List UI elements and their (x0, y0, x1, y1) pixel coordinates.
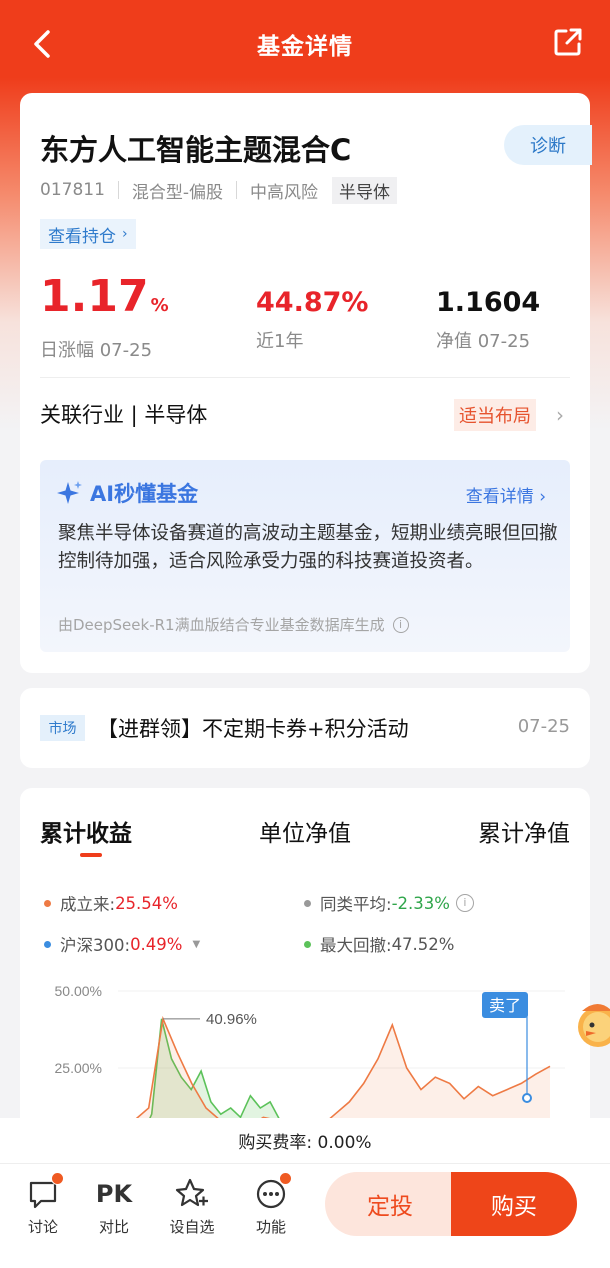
add-watchlist-button[interactable]: 设自选 (162, 1176, 222, 1237)
page-title: 基金详情 (257, 34, 353, 60)
home-indicator (0, 1246, 610, 1268)
functions-label: 功能 (255, 1218, 286, 1236)
y-tick-label: 50.00% (55, 983, 102, 999)
view-holdings-label: 查看持仓 (48, 226, 116, 247)
more-icon (253, 1172, 292, 1212)
purchase-fee: 购买费率: 0.00% (0, 1118, 610, 1164)
info-icon[interactable]: i (455, 894, 474, 912)
legend-value: -2.33% (391, 893, 450, 913)
year-return-value: 44.87% (256, 287, 369, 318)
functions-button[interactable]: 功能 (241, 1172, 301, 1237)
fund-meta: 017811 混合型-偏股 中高风险 半导体 (40, 176, 398, 204)
star-add-icon (174, 1176, 210, 1212)
ai-summary-text: 聚焦半导体设备赛道的高波动主题基金，短期业绩亮眼但回撤控制待加强，适合风险承受力… (58, 523, 558, 572)
ai-more-label: 查看详情 (465, 487, 534, 507)
daily-change-unit: % (150, 295, 169, 316)
fund-type: 混合型-偏股 (131, 182, 224, 203)
legend-dot (44, 940, 51, 948)
market-activity-date: 07-25 (517, 716, 570, 737)
chart-tabs: 累计收益 单位净值 累计净值 (40, 814, 570, 848)
legend-value: 25.54% (115, 893, 178, 913)
legend-label: 成立来: (60, 895, 116, 914)
nav-bar: 基金详情 (0, 0, 610, 88)
divider (40, 377, 570, 378)
notification-dot (279, 1172, 292, 1185)
fund-risk: 中高风险 (250, 182, 319, 203)
peak-label: 40.96% (206, 1011, 257, 1028)
sparkle-icon (57, 481, 82, 504)
legend-since-inception: 成立来: 25.54% (44, 891, 178, 915)
ai-summary-title: AI秒懂基金 (56, 478, 198, 508)
ai-source-text: 由DeepSeek-R1满血版结合专业基金数据库生成 (58, 616, 385, 634)
daily-change-stat: 1.17% 日涨幅 07-25 (40, 273, 169, 362)
ai-summary-box: AI秒懂基金 查看详情 › 聚焦半导体设备赛道的高波动主题基金，短期业绩亮眼但回… (40, 460, 570, 652)
market-activity-text[interactable]: 【进群领】不定期卡券+积分活动 (97, 713, 409, 743)
daily-change-label: 日涨幅 07-25 (40, 340, 153, 361)
ai-source: 由DeepSeek-R1满血版结合专业基金数据库生成 i (58, 614, 409, 635)
market-tag: 市场 (40, 715, 85, 741)
mascot-icon[interactable] (572, 993, 610, 1055)
sector-tag: 半导体 (332, 176, 398, 204)
chevron-right-icon: › (122, 226, 128, 242)
discuss-label: 讨论 (27, 1218, 58, 1236)
fund-name: 东方人工智能主题混合C (40, 133, 352, 167)
legend-label: 沪深300: (60, 936, 131, 955)
legend-label: 同类平均: (320, 895, 392, 914)
industry-advice-tag: 适当布局 (454, 399, 536, 431)
legend-value: 0.49% (130, 934, 183, 954)
pk-icon-text: PK (95, 1180, 133, 1208)
active-tab-indicator (80, 853, 102, 857)
nav-label: 净值 07-25 (436, 331, 531, 352)
share-icon[interactable] (552, 26, 584, 58)
ai-more-link[interactable]: 查看详情 › (466, 482, 546, 507)
add-watchlist-label: 设自选 (169, 1218, 215, 1236)
daily-change-value: 1.17 (40, 271, 149, 322)
compare-label: 对比 (98, 1218, 129, 1236)
legend-label: 最大回撤: (320, 936, 392, 955)
pk-icon: PK (96, 1176, 132, 1212)
year-return-label: 近1年 (256, 331, 304, 352)
fund-code: 017811 (40, 180, 105, 200)
info-icon[interactable]: i (392, 616, 409, 633)
legend-peer-average: 同类平均: -2.33% i (304, 891, 474, 915)
tab-cumulative-nav[interactable]: 累计净值 (478, 814, 570, 848)
diagnose-button[interactable]: 诊断 (504, 125, 592, 165)
y-tick-label: 25.00% (55, 1060, 102, 1076)
related-industry[interactable]: 关联行业 | 半导体 (40, 399, 207, 429)
legend-dot (304, 899, 311, 907)
chat-bubble-icon (25, 1172, 64, 1212)
fund-summary-card: 东方人工智能主题混合C 诊断 017811 混合型-偏股 中高风险 半导体 查看… (20, 93, 592, 673)
divider (236, 181, 238, 199)
nav-value: 1.1604 (436, 287, 541, 318)
ai-summary-title-text: AI秒懂基金 (90, 482, 199, 506)
sell-marker-label: 卖了 (489, 996, 521, 1015)
buy-button[interactable]: 购买 (451, 1172, 577, 1236)
bottom-action-bar: 讨论 PK 对比 设自选 功能 定投 购买 (0, 1164, 610, 1246)
tab-unit-nav[interactable]: 单位净值 (259, 814, 351, 848)
compare-button[interactable]: PK 对比 (84, 1176, 144, 1237)
legend-dot (44, 899, 51, 907)
market-activity-card[interactable]: 市场 【进群领】不定期卡券+积分活动 07-25 (20, 688, 590, 768)
legend-hs300[interactable]: 沪深300: 0.49% ▼ (44, 932, 200, 956)
auto-invest-button[interactable]: 定投 (325, 1172, 455, 1236)
year-return-stat: 44.87% 近1年 (256, 287, 368, 353)
notification-dot (51, 1172, 64, 1185)
legend-value: 47.52% (391, 934, 455, 954)
divider (117, 181, 119, 199)
discuss-button[interactable]: 讨论 (13, 1172, 73, 1237)
sell-marker-point (522, 1093, 532, 1103)
back-icon[interactable] (28, 26, 56, 62)
chevron-right-icon[interactable]: › (556, 403, 564, 427)
legend-max-drawdown: 最大回撤: 47.52% (304, 932, 454, 956)
nav-stat: 1.1604 净值 07-25 (436, 287, 540, 353)
caret-down-icon[interactable]: ▼ (192, 939, 200, 950)
tab-cumulative-return[interactable]: 累计收益 (40, 814, 132, 848)
legend-dot (304, 940, 311, 948)
view-holdings-button[interactable]: 查看持仓 › (40, 219, 136, 249)
